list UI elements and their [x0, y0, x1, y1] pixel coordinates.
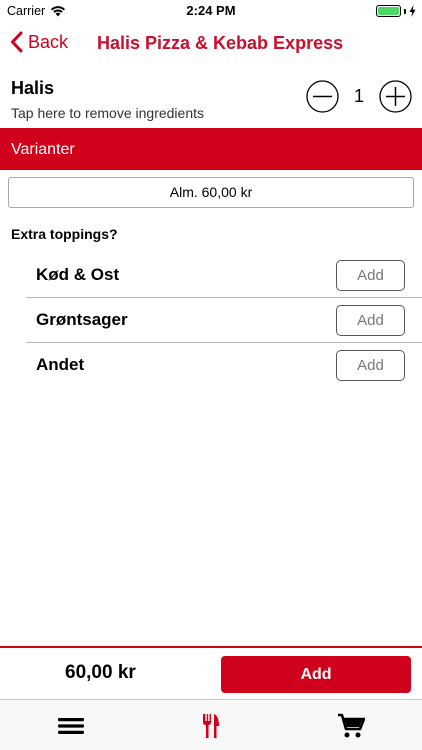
variants-header: Varianter: [0, 128, 422, 170]
back-label: Back: [28, 31, 69, 52]
battery-icon: [376, 5, 401, 17]
variant-option[interactable]: Alm. 60,00 kr: [8, 177, 414, 208]
topping-row: Grøntsager Add: [26, 298, 422, 343]
product-name: Halis: [11, 78, 55, 98]
charging-bolt-icon: [409, 5, 416, 17]
navigation-bar: Back Halis Pizza & Kebab Express: [0, 22, 422, 66]
add-topping-button[interactable]: Add: [336, 260, 405, 291]
remove-ingredients-link[interactable]: Tap here to remove ingredients: [11, 105, 204, 121]
plus-icon[interactable]: [379, 80, 412, 113]
topping-name: Grøntsager: [36, 310, 128, 329]
add-to-cart-button[interactable]: Add: [221, 656, 411, 693]
add-topping-button[interactable]: Add: [336, 305, 405, 336]
topping-row: Andet Add: [26, 343, 422, 388]
restaurant-icon: [203, 714, 219, 738]
battery-area: [376, 5, 416, 17]
order-total: 60,00 kr: [65, 662, 136, 683]
tab-menu[interactable]: [56, 711, 86, 741]
quantity-value: 1: [353, 86, 364, 106]
menu-icon: [58, 718, 84, 734]
battery-cap: [404, 8, 406, 14]
tab-restaurant[interactable]: [196, 711, 226, 741]
chevron-left-icon: [11, 31, 23, 53]
page-title: Halis Pizza & Kebab Express: [97, 33, 344, 53]
minus-icon[interactable]: [306, 80, 339, 113]
order-bar: 60,00 kr Add: [0, 646, 422, 700]
back-button[interactable]: Back: [10, 31, 68, 53]
tab-cart[interactable]: [336, 711, 366, 741]
status-time: 2:24 PM: [186, 3, 236, 18]
status-bar: Carrier 2:24 PM: [0, 0, 422, 22]
topping-name: Andet: [36, 355, 85, 374]
quantity-stepper: 1: [306, 80, 412, 113]
topping-name: Kød & Ost: [36, 265, 120, 284]
tab-bar: [0, 701, 422, 750]
cart-icon: [338, 713, 365, 738]
extra-toppings-label: Extra toppings?: [11, 226, 118, 242]
topping-row: Kød & Ost Add: [26, 253, 422, 298]
add-topping-button[interactable]: Add: [336, 350, 405, 381]
